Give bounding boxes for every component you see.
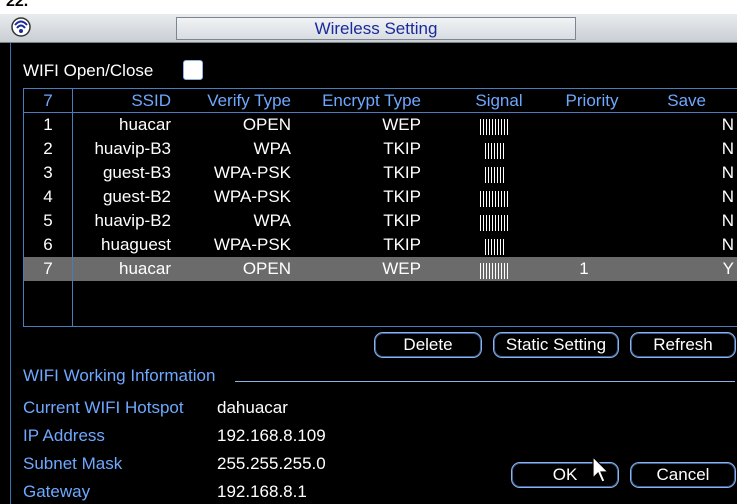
row-ssid: guest-B2 xyxy=(102,187,171,206)
gateway-value: 192.168.8.1 xyxy=(217,482,307,501)
row-signal xyxy=(464,233,524,257)
signal-strength-icon xyxy=(480,263,508,280)
row-verify-type: WPA-PSK xyxy=(213,235,291,254)
row-ssid: huavip-B2 xyxy=(94,211,171,230)
ip-address-value: 192.168.8.109 xyxy=(217,426,326,445)
row-save: N xyxy=(721,211,734,230)
row-number: 2 xyxy=(43,139,53,158)
row-save: Y xyxy=(722,259,734,278)
row-signal xyxy=(464,257,524,281)
signal-strength-icon xyxy=(484,143,504,160)
row-priority xyxy=(534,209,634,233)
row-priority: 1 xyxy=(579,259,589,278)
signal-strength-icon xyxy=(484,167,504,184)
row-signal xyxy=(464,209,524,233)
row-save: N xyxy=(721,235,734,254)
delete-button[interactable]: Delete xyxy=(374,332,482,358)
header-signal: Signal xyxy=(475,91,523,110)
row-number: 1 xyxy=(43,115,53,134)
row-save: N xyxy=(721,187,734,206)
row-number: 6 xyxy=(43,235,53,254)
row-ssid: huacar xyxy=(119,115,171,134)
table-row[interactable]: 6 huaguest WPA-PSK TKIP N xyxy=(24,233,737,257)
signal-strength-icon xyxy=(484,239,504,256)
row-ssid: guest-B3 xyxy=(102,163,171,182)
signal-strength-icon xyxy=(480,215,508,232)
signal-strength-icon xyxy=(480,191,508,208)
row-verify-type: OPEN xyxy=(242,115,291,134)
row-verify-type: WPA-PSK xyxy=(213,187,291,206)
table-header-row: 7 SSID Verify Type Encrypt Type Signal P… xyxy=(24,89,737,113)
static-setting-button[interactable]: Static Setting xyxy=(493,332,619,358)
row-encrypt-type: WEP xyxy=(382,115,421,134)
row-ssid: huavip-B3 xyxy=(94,139,171,158)
refresh-button[interactable]: Refresh xyxy=(630,332,736,358)
top-stub-text: 22. xyxy=(6,0,29,10)
table-row[interactable]: 7 huacar OPEN WEP 1 Y xyxy=(24,257,737,281)
row-encrypt-type: WEP xyxy=(382,259,421,278)
row-number: 4 xyxy=(43,187,53,206)
gateway-label: Gateway xyxy=(23,482,91,501)
row-encrypt-type: TKIP xyxy=(383,187,421,206)
row-encrypt-type: TKIP xyxy=(383,211,421,230)
current-hotspot-value: dahuacar xyxy=(217,398,288,417)
header-verify-type: Verify Type xyxy=(207,91,291,110)
header-save: Save xyxy=(667,91,706,110)
row-number: 5 xyxy=(43,211,53,230)
table-row[interactable]: 5 huavip-B2 WPA TKIP N xyxy=(24,209,737,233)
row-verify-type: WPA-PSK xyxy=(213,163,291,182)
row-verify-type: WPA xyxy=(253,139,291,158)
wireless-logo-icon xyxy=(11,17,31,37)
row-ssid: huaguest xyxy=(101,235,171,254)
subnet-mask-label: Subnet Mask xyxy=(23,454,123,473)
row-save: N xyxy=(721,163,734,182)
row-signal xyxy=(464,113,524,137)
row-encrypt-type: TKIP xyxy=(383,163,421,182)
header-priority: Priority xyxy=(565,91,619,110)
row-ssid: huacar xyxy=(119,259,171,278)
wifi-open-close-label: WIFI Open/Close xyxy=(23,61,154,80)
row-priority xyxy=(534,161,634,185)
table-row[interactable]: 2 huavip-B3 WPA TKIP N xyxy=(24,137,737,161)
row-verify-type: OPEN xyxy=(242,259,291,278)
top-stub: 22. xyxy=(0,0,737,14)
ip-address-label: IP Address xyxy=(23,426,105,445)
wifi-open-close-checkbox[interactable] xyxy=(183,60,203,80)
column-divider xyxy=(72,89,73,326)
current-hotspot-label: Current WIFI Hotspot xyxy=(23,398,184,417)
row-number: 3 xyxy=(43,163,53,182)
header-encrypt-type: Encrypt Type xyxy=(322,91,421,110)
row-signal xyxy=(464,185,524,209)
table-row[interactable]: 1 huacar OPEN WEP N xyxy=(24,113,737,137)
row-save: N xyxy=(721,139,734,158)
row-signal xyxy=(464,137,524,161)
wifi-network-table: 7 SSID Verify Type Encrypt Type Signal P… xyxy=(23,88,737,327)
row-encrypt-type: TKIP xyxy=(383,139,421,158)
row-save: N xyxy=(721,115,734,134)
wifi-working-info-title: WIFI Working Information xyxy=(23,366,216,385)
wifi-working-info-divider xyxy=(235,381,735,382)
header-num: 7 xyxy=(43,91,53,110)
cancel-button[interactable]: Cancel xyxy=(630,462,736,488)
table-row[interactable]: 3 guest-B3 WPA-PSK TKIP N xyxy=(24,161,737,185)
row-encrypt-type: TKIP xyxy=(383,235,421,254)
row-priority xyxy=(534,113,634,137)
mouse-pointer-icon xyxy=(592,456,610,483)
row-priority xyxy=(534,137,634,161)
row-number: 7 xyxy=(43,259,53,278)
window-title: Wireless Setting xyxy=(176,17,576,40)
row-verify-type: WPA xyxy=(253,211,291,230)
header-ssid: SSID xyxy=(131,91,171,110)
row-signal xyxy=(464,161,524,185)
row-priority xyxy=(534,185,634,209)
table-row[interactable]: 4 guest-B2 WPA-PSK TKIP N xyxy=(24,185,737,209)
title-bar: Wireless Setting xyxy=(0,14,737,43)
row-priority xyxy=(534,233,634,257)
subnet-mask-value: 255.255.255.0 xyxy=(217,454,326,473)
signal-strength-icon xyxy=(480,119,508,136)
